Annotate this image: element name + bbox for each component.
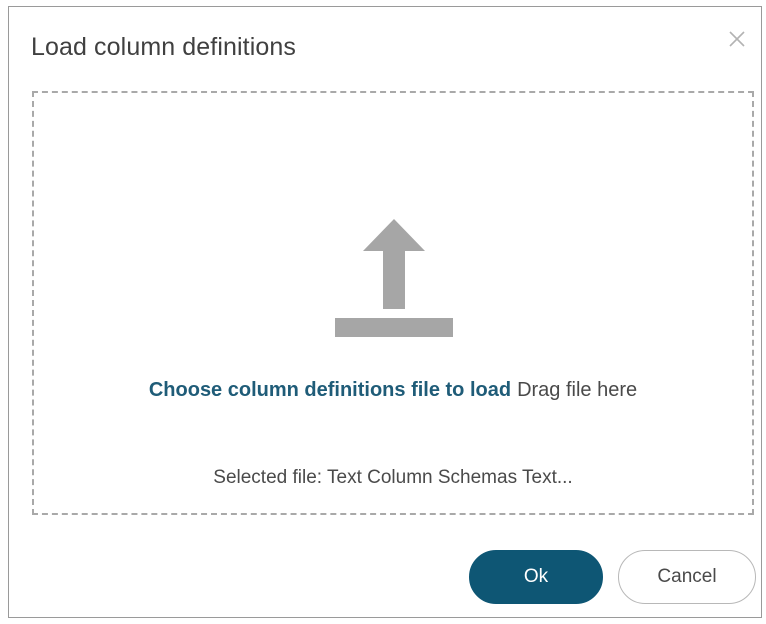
load-column-definitions-dialog: Load column definitions Choose column de… bbox=[8, 6, 762, 618]
drag-file-hint: Drag file here bbox=[517, 379, 638, 401]
dialog-title: Load column definitions bbox=[31, 33, 296, 61]
close-icon bbox=[729, 31, 745, 47]
close-button[interactable] bbox=[723, 25, 751, 53]
selected-file-label: Selected file: Text Column Schemas Text.… bbox=[213, 467, 573, 488]
upload-prompt: Choose column definitions file to load Dr… bbox=[34, 379, 752, 402]
cancel-button[interactable]: Cancel bbox=[618, 550, 756, 604]
choose-file-link[interactable]: Choose column definitions file to load bbox=[149, 379, 511, 401]
upload-icon bbox=[335, 219, 453, 337]
ok-button[interactable]: Ok bbox=[469, 550, 603, 604]
file-drop-zone[interactable]: Choose column definitions file to load Dr… bbox=[32, 91, 754, 515]
